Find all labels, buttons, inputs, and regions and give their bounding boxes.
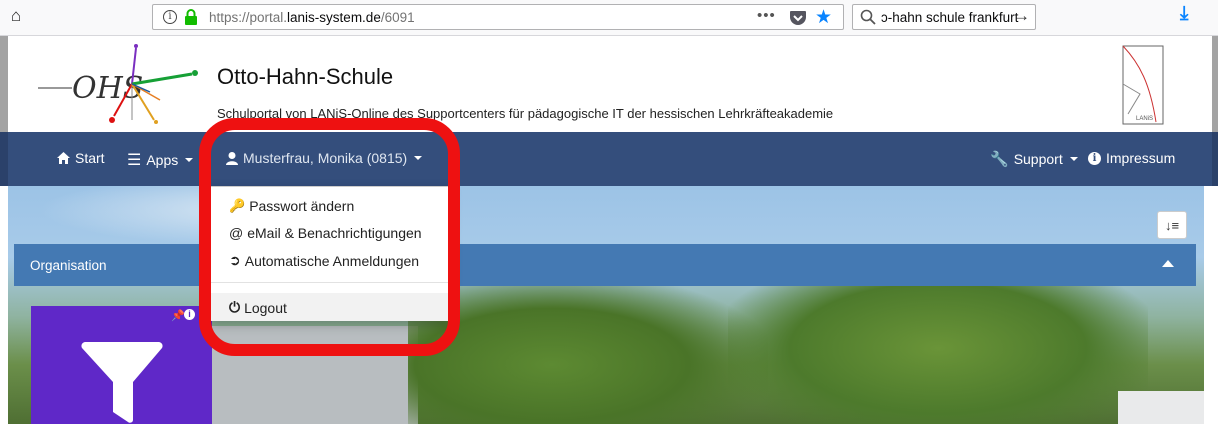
hero-building [1118, 391, 1204, 424]
download-icon[interactable]: ⤓ [1180, 3, 1188, 25]
panel-title: Organisation [30, 258, 107, 273]
nav-apps[interactable]: ☰ Apps [127, 150, 194, 170]
search-icon [860, 9, 876, 25]
hero-trees [408, 276, 768, 424]
page-title: Otto-Hahn-Schule [217, 64, 394, 89]
info-icon: i [1088, 151, 1101, 165]
funnel-icon [81, 342, 163, 423]
nav-impressum-label: Impressum [1106, 150, 1176, 166]
chevron-down-icon [1069, 157, 1078, 161]
arrow-right-icon[interactable]: → [1013, 6, 1030, 26]
nav-start[interactable]: Start [57, 150, 105, 166]
search-input[interactable]: ɔ-hahn schule frankfurt [881, 10, 1018, 25]
app-tile[interactable]: 📌 i [31, 306, 212, 424]
sort-button[interactable]: ↓≡ [1157, 211, 1187, 239]
bookmark-star-icon[interactable]: ★ [815, 6, 832, 29]
info-icon[interactable]: i [163, 10, 177, 24]
nav-impressum[interactable]: i Impressum [1088, 150, 1175, 166]
nav-apps-label: Apps [146, 152, 179, 168]
search-bar[interactable]: ɔ-hahn schule frankfurt → [852, 4, 1036, 30]
url-text: https://portal.lanis-system.de/6091 [209, 10, 415, 25]
home-icon[interactable]: ⌂ [4, 4, 28, 28]
page-header: OHS Otto-Hahn-Schule Schulportal von LAN… [0, 36, 1218, 132]
ohs-logo[interactable]: OHS [32, 44, 212, 132]
pin-icon[interactable]: 📌 [171, 309, 185, 322]
sort-icon: ↓≡ [1164, 217, 1180, 233]
url-bar[interactable]: i https://portal.lanis-system.de/6091 ••… [152, 4, 844, 30]
chevron-up-icon[interactable] [1162, 260, 1174, 267]
menu-icon: ☰ [127, 152, 142, 169]
lanis-logo: LANiS [1122, 45, 1164, 125]
wrench-icon: 🔧 [990, 151, 1009, 168]
organisation-panel-header[interactable]: Organisation [14, 244, 1196, 286]
chevron-down-icon [185, 158, 194, 162]
main-navbar: Start ☰ Apps Musterfrau, Monika (0815) 🔧… [0, 132, 1218, 186]
pocket-icon[interactable] [789, 9, 807, 26]
nav-support-label: Support [1013, 151, 1063, 167]
svg-text:LANiS: LANiS [1136, 116, 1153, 122]
highlight-annotation [199, 118, 460, 356]
nav-start-label: Start [75, 150, 105, 166]
nav-support[interactable]: 🔧 Support [990, 150, 1078, 168]
lock-icon [185, 9, 197, 25]
home-icon [57, 152, 70, 164]
info-icon[interactable]: i [184, 309, 195, 320]
page-actions-icon[interactable]: ••• [757, 7, 776, 24]
browser-toolbar: ⌂ i https://portal.lanis-system.de/6091 … [0, 0, 1218, 36]
